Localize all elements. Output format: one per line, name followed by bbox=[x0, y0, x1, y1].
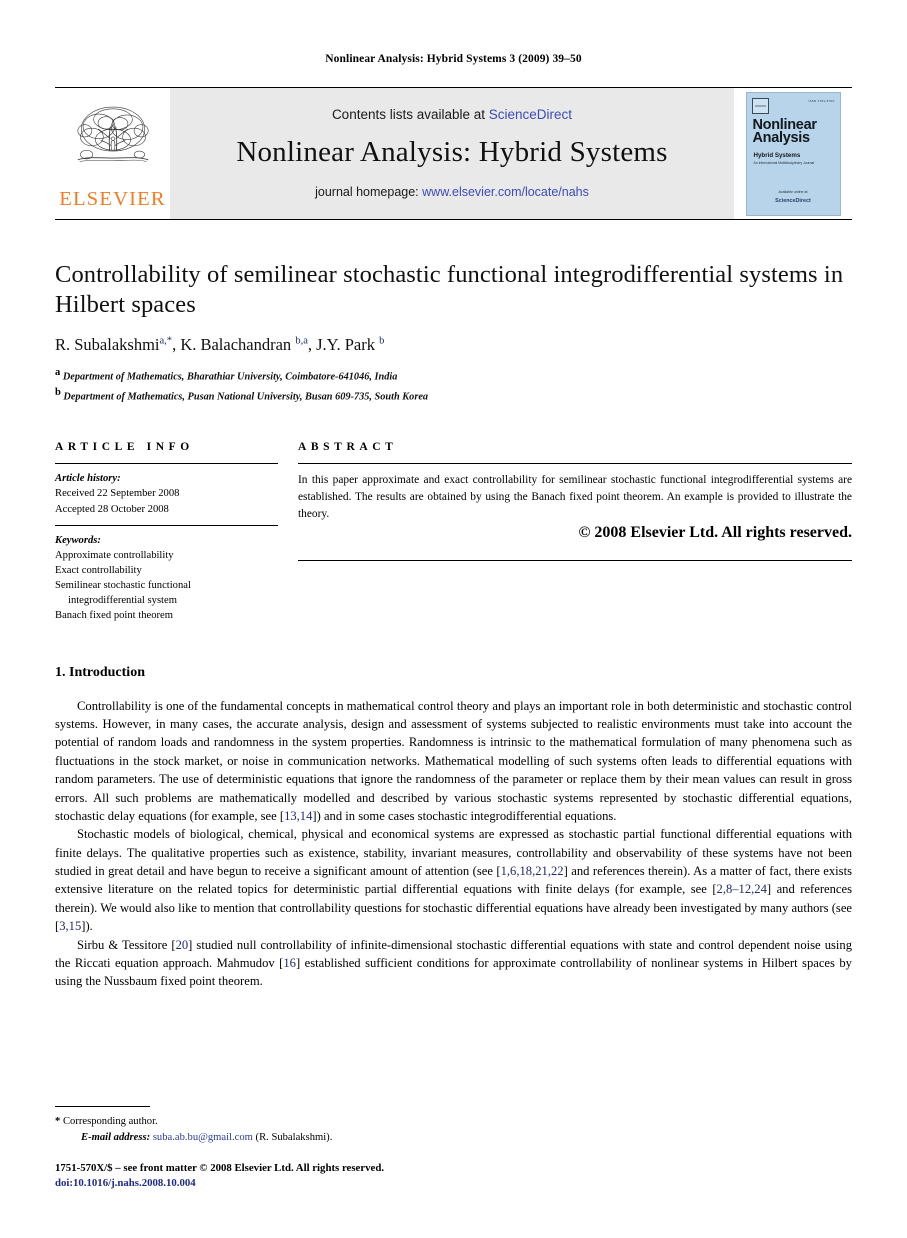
paragraph-text: Sirbu & Tessitore [ bbox=[77, 937, 176, 952]
author-affiliation-marker: b,a bbox=[295, 335, 308, 347]
keywords-label: Keywords: bbox=[55, 534, 101, 546]
article-history-accepted: Accepted 28 October 2008 bbox=[55, 503, 169, 515]
author-list: R. Subalakshmia,*, K. Balachandran b,a, … bbox=[55, 334, 385, 354]
citation-link[interactable]: 16 bbox=[283, 956, 296, 970]
citation-link[interactable]: 2,8–12,24 bbox=[717, 882, 767, 896]
sciencedirect-link[interactable]: ScienceDirect bbox=[489, 107, 572, 122]
keyword-item-continuation: integrodifferential system bbox=[68, 594, 177, 606]
divider bbox=[298, 560, 852, 562]
corresponding-author-text: Corresponding author. bbox=[62, 1115, 158, 1127]
citation-link[interactable]: 13,14 bbox=[284, 809, 312, 823]
citation-link[interactable]: 3,15 bbox=[59, 919, 81, 933]
elsevier-wordmark: ELSEVIER bbox=[59, 187, 166, 210]
author-name: J.Y. Park bbox=[316, 334, 375, 354]
affiliation-text: Department of Mathematics, Pusan Nationa… bbox=[63, 391, 429, 403]
body-paragraph: Sirbu & Tessitore [20] studied null cont… bbox=[55, 936, 852, 991]
cover-publisher-icon bbox=[751, 97, 769, 114]
info-abstract-section: ARTICLE INFO Article history: Received 2… bbox=[55, 441, 852, 630]
page-title: Controllability of semilinear stochastic… bbox=[55, 261, 844, 318]
corresponding-author-note: * Corresponding author. bbox=[55, 1114, 485, 1130]
email-note: E-mail address: suba.ab.bu@gmail.com (R.… bbox=[55, 1130, 485, 1146]
journal-masthead: ELSEVIER Contents lists available at Sci… bbox=[55, 87, 852, 220]
author-affiliation-marker: a,* bbox=[159, 335, 173, 347]
email-owner: (R. Subalakshmi). bbox=[255, 1131, 333, 1143]
email-label: E-mail address: bbox=[81, 1131, 151, 1143]
email-link[interactable]: suba.ab.bu@gmail.com bbox=[153, 1132, 253, 1143]
affiliation-item: a Department of Mathematics, Bharathiar … bbox=[55, 365, 852, 385]
journal-homepage-link[interactable]: www.elsevier.com/locate/nahs bbox=[422, 185, 589, 199]
affiliation-marker: a bbox=[55, 366, 61, 378]
journal-homepage-line: journal homepage: www.elsevier.com/locat… bbox=[315, 185, 589, 199]
abstract-copyright: © 2008 Elsevier Ltd. All rights reserved… bbox=[578, 524, 852, 542]
article-info-heading: ARTICLE INFO bbox=[55, 441, 194, 454]
abstract-column: ABSTRACT In this paper approximate and e… bbox=[298, 441, 852, 630]
paragraph-text: Controllability is one of the fundamenta… bbox=[55, 698, 852, 823]
section-heading-introduction: 1. Introduction bbox=[55, 664, 145, 680]
cover-title: Nonlinear Analysis bbox=[752, 117, 835, 147]
cover-subtitle: Hybrid Systems bbox=[753, 151, 801, 159]
journal-cover-thumbnail: ISSN 1751-570X Nonlinear Analysis Hybrid… bbox=[734, 88, 852, 219]
article-page: Nonlinear Analysis: Hybrid Systems 3 (20… bbox=[0, 0, 907, 1238]
elsevier-logo: ELSEVIER bbox=[55, 88, 170, 219]
contents-prefix: Contents lists available at bbox=[331, 106, 489, 122]
title-block: Controllability of semilinear stochastic… bbox=[55, 260, 852, 405]
keyword-item: Semilinear stochastic functional bbox=[55, 579, 191, 591]
abstract-text: In this paper approximate and exact cont… bbox=[298, 474, 852, 520]
abstract-heading: ABSTRACT bbox=[298, 441, 398, 454]
affiliation-item: b Department of Mathematics, Pusan Natio… bbox=[55, 385, 852, 405]
keywords-group: Keywords: Approximate controllability Ex… bbox=[55, 526, 278, 631]
article-body: 1. Introduction Controllability is one o… bbox=[55, 665, 852, 991]
cover-footer: Available online at ScienceDirect bbox=[747, 190, 840, 206]
paragraph-text: ]) and in some cases stochastic integrod… bbox=[312, 808, 617, 823]
imprint-line: 1751-570X/$ – see front matter © 2008 El… bbox=[55, 1161, 385, 1174]
keyword-item: Exact controllability bbox=[55, 564, 142, 576]
running-head: Nonlinear Analysis: Hybrid Systems 3 (20… bbox=[325, 53, 582, 65]
cover-title-line2: Analysis bbox=[752, 130, 811, 147]
keyword-item: Banach fixed point theorem bbox=[55, 609, 173, 621]
journal-title: Nonlinear Analysis: Hybrid Systems bbox=[236, 135, 668, 168]
cover-image: ISSN 1751-570X Nonlinear Analysis Hybrid… bbox=[745, 91, 841, 216]
cover-footer-text: Available online at bbox=[778, 190, 808, 194]
body-paragraph: Controllability is one of the fundamenta… bbox=[55, 697, 852, 826]
citation-link[interactable]: 20 bbox=[176, 938, 189, 952]
cover-subtitle-secondary: An International Multidisciplinary Journ… bbox=[753, 160, 815, 165]
cover-issn: ISSN 1751-570X bbox=[808, 98, 835, 103]
footnote-divider bbox=[55, 1105, 150, 1107]
homepage-prefix: journal homepage: bbox=[315, 184, 423, 199]
masthead-center: Contents lists available at ScienceDirec… bbox=[170, 88, 734, 219]
article-info-column: ARTICLE INFO Article history: Received 2… bbox=[55, 441, 298, 630]
body-paragraph: Stochastic models of biological, chemica… bbox=[55, 825, 852, 935]
paragraph-text: ]). bbox=[81, 919, 93, 934]
affiliation-marker: b bbox=[55, 387, 61, 399]
author-affiliation-marker: b bbox=[379, 335, 385, 347]
contents-list-line: Contents lists available at ScienceDirec… bbox=[332, 107, 572, 122]
cover-sciencedirect-brand: ScienceDirect bbox=[775, 198, 811, 205]
affiliation-list: a Department of Mathematics, Bharathiar … bbox=[55, 365, 852, 406]
author-name: R. Subalakshmi bbox=[55, 334, 160, 354]
article-history-label: Article history: bbox=[55, 473, 121, 485]
page-footnote: * Corresponding author. E-mail address: … bbox=[55, 1105, 485, 1192]
citation-link[interactable]: 1,6,18,21,22 bbox=[501, 864, 564, 878]
article-history-group: Article history: Received 22 September 2… bbox=[55, 464, 278, 524]
keyword-item: Approximate controllability bbox=[55, 549, 174, 561]
imprint-block: 1751-570X/$ – see front matter © 2008 El… bbox=[55, 1161, 485, 1192]
author-name: K. Balachandran bbox=[180, 334, 292, 354]
article-history-received: Received 22 September 2008 bbox=[55, 488, 180, 500]
elsevier-tree-icon bbox=[69, 100, 157, 188]
footnote-marker: * bbox=[55, 1115, 61, 1127]
doi-link[interactable]: doi:10.1016/j.nahs.2008.10.004 bbox=[55, 1176, 485, 1192]
affiliation-text: Department of Mathematics, Bharathiar Un… bbox=[62, 371, 398, 383]
